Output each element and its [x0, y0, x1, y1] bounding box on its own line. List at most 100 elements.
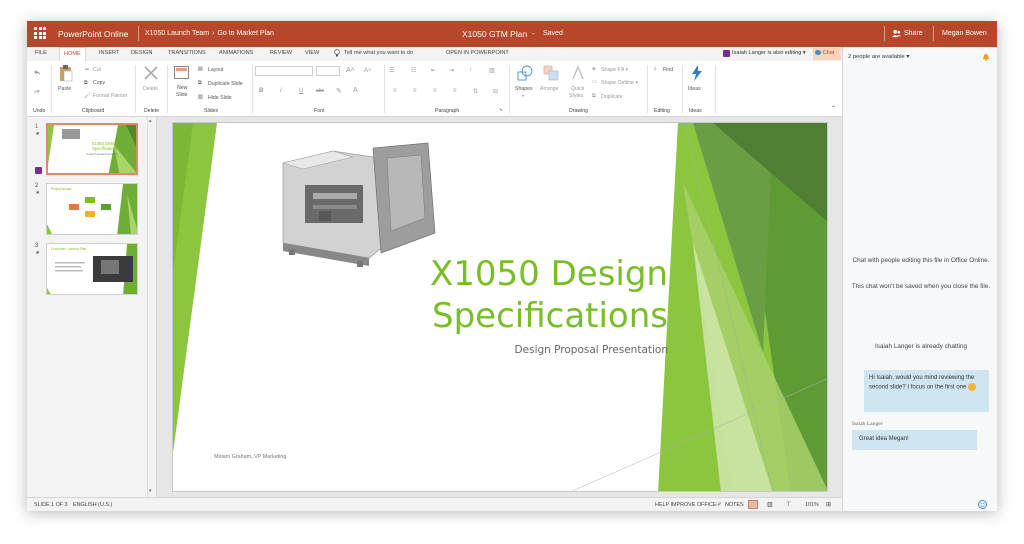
new-slide-label-1[interactable]: New — [177, 85, 187, 91]
font-color-icon[interactable]: A — [353, 87, 358, 94]
tab-home[interactable]: HOME — [59, 47, 86, 62]
shape-fill-icon[interactable]: ◈ — [592, 66, 596, 72]
bullets-icon[interactable]: ☰ — [389, 67, 394, 74]
columns-icon[interactable]: ▥ — [489, 67, 495, 74]
paste-button[interactable]: Paste — [58, 86, 71, 92]
paintbrush-icon[interactable]: 🖌 — [84, 93, 91, 99]
coauthor-editing-notice[interactable]: Isaiah Langer is also editing ▾ — [732, 50, 806, 56]
delete-button[interactable]: Delete — [143, 86, 158, 92]
font-name-select[interactable] — [255, 66, 313, 76]
shapes-dropdown-icon[interactable]: ▾ — [522, 93, 524, 98]
document-title[interactable]: X1050 GTM Plan — [462, 29, 527, 39]
font-size-select[interactable] — [316, 66, 340, 76]
bell-icon[interactable] — [982, 53, 990, 61]
share-button[interactable]: Share — [904, 30, 923, 37]
zoom-level[interactable]: 101% — [805, 502, 819, 508]
new-slide-label-2[interactable]: Slide — [176, 92, 188, 98]
paragraph-launcher-icon[interactable]: ⬊ — [499, 107, 503, 113]
delete-icon[interactable] — [144, 66, 158, 80]
cut-button[interactable]: Cut — [93, 67, 101, 73]
language-indicator[interactable]: ENGLISH (U.S.) — [73, 502, 112, 508]
text-direction-icon[interactable]: ⇅ — [473, 88, 478, 95]
tab-design[interactable]: DESIGN — [131, 50, 152, 56]
slide-thumbnail-3[interactable]: Customer: Launch Plan — [46, 243, 138, 295]
align-left-icon[interactable]: ≡ — [393, 88, 397, 94]
chat-button[interactable]: Chat — [813, 48, 841, 60]
open-in-powerpoint-button[interactable]: OPEN IN POWERPOINT — [446, 50, 509, 56]
slide-thumbnail-1[interactable]: X1050 Design Specifications Design Propo… — [46, 123, 138, 175]
align-right-icon[interactable]: ≡ — [433, 88, 437, 94]
notes-icon[interactable]: ✐ — [717, 502, 722, 508]
quick-styles-label-1[interactable]: Quick — [571, 86, 584, 92]
shape-outline-button[interactable]: Shape Outline ▾ — [601, 80, 638, 86]
italic-button[interactable]: I — [280, 88, 282, 94]
copy-button[interactable]: Copy — [93, 80, 105, 86]
breadcrumb-file[interactable]: Go to Market Plan — [217, 30, 273, 37]
hide-slide-icon[interactable]: ▨ — [198, 94, 203, 100]
normal-view-icon[interactable] — [748, 500, 758, 509]
redo-icon[interactable] — [33, 88, 41, 96]
layout-button[interactable]: Layout — [208, 67, 224, 73]
slide-author[interactable]: Miriam Graham, VP Marketing — [214, 454, 286, 460]
user-name[interactable]: Megan Bowen — [942, 30, 987, 37]
slide-editor[interactable]: X1050 Design Specifications Design Propo… — [172, 122, 828, 492]
quick-styles-label-2[interactable]: Styles — [569, 93, 583, 99]
notes-button[interactable]: NOTES — [725, 502, 744, 508]
slideshow-icon[interactable]: ⊤ — [786, 501, 791, 508]
grow-font-icon[interactable]: A˄ — [346, 67, 355, 74]
line-spacing-icon[interactable]: ↕ — [469, 67, 472, 73]
duplicate-icon[interactable]: ⧉ — [592, 93, 596, 100]
fit-to-window-icon[interactable]: ⊞ — [826, 501, 831, 508]
help-improve-link[interactable]: HELP IMPROVE OFFICE — [655, 502, 717, 508]
strikethrough-button[interactable]: abc — [316, 88, 324, 94]
ideas-icon[interactable] — [691, 65, 703, 81]
shapes-button[interactable]: Shapes — [515, 86, 533, 92]
underline-button[interactable]: U — [299, 88, 303, 94]
justify-icon[interactable]: ≡ — [453, 88, 457, 94]
shape-fill-button[interactable]: Shape Fill ▾ — [601, 67, 628, 73]
tab-transitions[interactable]: TRANSITIONS — [168, 50, 206, 56]
shape-outline-icon[interactable]: ▭ — [592, 79, 597, 85]
increase-indent-icon[interactable]: ⇥ — [449, 67, 454, 74]
quick-styles-icon[interactable] — [571, 65, 585, 81]
copy-icon[interactable]: ⧉ — [84, 80, 88, 87]
collapse-ribbon-button[interactable]: ⌃ — [831, 105, 836, 112]
duplicate-slide-icon[interactable]: ⧉ — [198, 80, 202, 87]
shrink-font-icon[interactable]: A˅ — [364, 68, 372, 74]
breadcrumb-team[interactable]: X1050 Launch Team — [145, 30, 209, 37]
decrease-indent-icon[interactable]: ⇤ — [431, 67, 436, 74]
tab-review[interactable]: REVIEW — [270, 50, 292, 56]
reading-view-icon[interactable]: ▥ — [767, 501, 773, 508]
find-icon[interactable]: ⌕ — [654, 66, 657, 73]
ideas-button[interactable]: Ideas — [688, 86, 701, 92]
numbering-icon[interactable]: ☷ — [411, 67, 416, 74]
arrange-icon[interactable] — [543, 65, 559, 81]
new-slide-icon[interactable] — [174, 66, 189, 79]
arrange-button[interactable]: Arrange — [540, 86, 558, 92]
tell-me-input[interactable]: Tell me what you want to do — [344, 50, 413, 56]
slide-title[interactable]: X1050 Design Specifications — [373, 253, 668, 337]
format-painter-button[interactable]: Format Painter — [93, 93, 127, 99]
layout-icon[interactable]: ▤ — [198, 66, 203, 72]
undo-icon[interactable] — [33, 69, 41, 77]
app-name[interactable]: PowerPoint Online — [58, 29, 128, 39]
scroll-down-arrow-icon[interactable]: ▾ — [149, 488, 152, 494]
tab-insert[interactable]: INSERT — [99, 50, 119, 56]
align-center-icon[interactable]: ≡ — [413, 88, 417, 94]
emoji-picker-icon[interactable] — [978, 500, 987, 509]
bold-button[interactable]: B — [259, 88, 263, 94]
tab-file[interactable]: FILE — [35, 50, 47, 56]
shapes-icon[interactable] — [517, 65, 533, 81]
slide-thumbnail-2[interactable]: Project scope — [46, 183, 138, 235]
paste-icon[interactable] — [59, 65, 73, 82]
share-icon[interactable] — [892, 29, 901, 38]
tab-view[interactable]: VIEW — [305, 50, 319, 56]
scissors-icon[interactable]: ✂ — [85, 67, 89, 73]
app-launcher-icon[interactable] — [34, 27, 46, 39]
people-available-dropdown[interactable]: 2 people are available ▾ — [848, 54, 909, 60]
find-button[interactable]: Find — [663, 67, 673, 73]
duplicate-slide-button[interactable]: Duplicate Slide — [208, 81, 243, 87]
highlight-icon[interactable]: ✎ — [336, 87, 342, 95]
scroll-up-arrow-icon[interactable]: ▴ — [149, 118, 152, 124]
hide-slide-button[interactable]: Hide Slide — [208, 95, 232, 101]
